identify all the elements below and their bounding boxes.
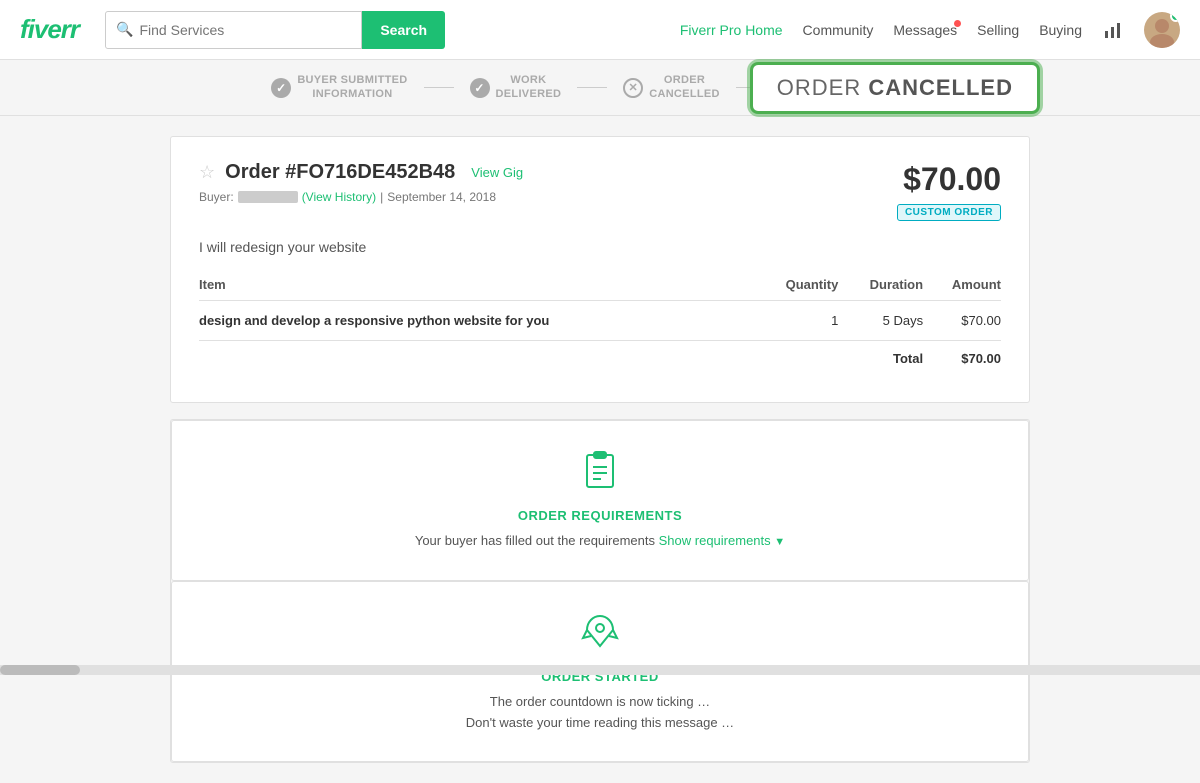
clipboard-icon bbox=[200, 449, 1000, 500]
total-label: Total bbox=[838, 341, 923, 379]
col-duration: Duration bbox=[838, 269, 923, 301]
item-amount: $70.00 bbox=[923, 301, 1001, 341]
buyer-label: Buyer: bbox=[199, 190, 234, 204]
date-separator: | bbox=[380, 190, 383, 204]
total-empty-1 bbox=[199, 341, 755, 379]
avatar[interactable] bbox=[1144, 12, 1180, 48]
search-bar: 🔍 Search bbox=[105, 11, 445, 49]
step-buyer-submitted: ✓ BUYER SUBMITTED INFORMATION bbox=[255, 74, 423, 100]
col-amount: Amount bbox=[923, 269, 1001, 301]
step-label-buyer-submitted: BUYER SUBMITTED INFORMATION bbox=[297, 74, 407, 100]
step-work-delivered: ✓ WORK DELIVERED bbox=[454, 74, 578, 100]
col-quantity: Quantity bbox=[755, 269, 839, 301]
favorite-star-icon[interactable]: ☆ bbox=[199, 162, 215, 183]
order-left: ☆ Order #FO716DE452B48 View Gig Buyer: (… bbox=[199, 161, 523, 204]
step-label-order-cancelled: ORDER CANCELLED bbox=[649, 74, 720, 100]
col-item: Item bbox=[199, 269, 755, 301]
total-row: Total $70.00 bbox=[199, 341, 1001, 379]
search-icon: 🔍 bbox=[116, 21, 133, 38]
nav-messages[interactable]: Messages bbox=[893, 22, 957, 38]
step-icon-work-delivered: ✓ bbox=[470, 78, 490, 98]
step-divider-2 bbox=[577, 87, 607, 88]
search-button[interactable]: Search bbox=[362, 11, 445, 49]
table-row: design and develop a responsive python w… bbox=[199, 301, 1001, 341]
order-number: Order #FO716DE452B48 bbox=[225, 161, 455, 184]
progress-bar: ✓ BUYER SUBMITTED INFORMATION ✓ WORK DEL… bbox=[0, 60, 1200, 116]
section-order-requirements: ORDER REQUIREMENTS Your buyer has filled… bbox=[171, 420, 1029, 581]
view-gig-link[interactable]: View Gig bbox=[471, 165, 523, 180]
scrollbar-thumb[interactable] bbox=[0, 665, 80, 675]
total-empty-2 bbox=[755, 341, 839, 379]
order-cancelled-badge-wrap: ORDER CANCELLED bbox=[750, 62, 1040, 114]
step-icon-buyer-submitted: ✓ bbox=[271, 78, 291, 98]
rocket-icon bbox=[200, 610, 1000, 661]
order-cancelled-badge: ORDER CANCELLED bbox=[750, 62, 1040, 114]
sections-wrapper: ORDER REQUIREMENTS Your buyer has filled… bbox=[170, 419, 1030, 763]
item-name: design and develop a responsive python w… bbox=[199, 301, 755, 341]
step-label-work-delivered: WORK DELIVERED bbox=[496, 74, 562, 100]
step-order-cancelled: ✕ ORDER CANCELLED bbox=[607, 74, 736, 100]
header: fiverr 🔍 Search Fiverr Pro Home Communit… bbox=[0, 0, 1200, 60]
nav-buying[interactable]: Buying bbox=[1039, 22, 1082, 38]
order-description: I will redesign your website bbox=[199, 239, 1001, 255]
item-quantity: 1 bbox=[755, 301, 839, 341]
chevron-down-icon: ▼ bbox=[774, 536, 785, 548]
requirements-title: ORDER REQUIREMENTS bbox=[200, 508, 1000, 523]
order-cancelled-text: ORDER CANCELLED bbox=[777, 75, 1013, 100]
order-right: $70.00 CUSTOM ORDER bbox=[897, 161, 1001, 221]
step-divider-1 bbox=[424, 87, 454, 88]
nav-community[interactable]: Community bbox=[803, 22, 874, 38]
logo[interactable]: fiverr bbox=[20, 14, 79, 45]
nav-links: Fiverr Pro Home Community Messages Selli… bbox=[680, 12, 1180, 48]
view-history-link[interactable]: (View History) bbox=[302, 190, 376, 204]
order-price: $70.00 bbox=[897, 161, 1001, 198]
nav-pro-home[interactable]: Fiverr Pro Home bbox=[680, 22, 783, 38]
search-input[interactable] bbox=[139, 22, 351, 38]
avatar-badge bbox=[1170, 12, 1180, 22]
scrollbar[interactable] bbox=[0, 665, 1200, 675]
analytics-icon[interactable] bbox=[1102, 19, 1124, 41]
search-input-wrap: 🔍 bbox=[105, 11, 362, 49]
nav-selling[interactable]: Selling bbox=[977, 22, 1019, 38]
show-requirements-link[interactable]: Show requirements ▼ bbox=[659, 533, 786, 548]
order-date: September 14, 2018 bbox=[387, 190, 496, 204]
order-header: ☆ Order #FO716DE452B48 View Gig Buyer: (… bbox=[199, 161, 1001, 221]
total-value: $70.00 bbox=[923, 341, 1001, 379]
messages-notification-dot bbox=[954, 20, 961, 27]
order-meta: Buyer: (View History) | September 14, 20… bbox=[199, 190, 523, 204]
order-table: Item Quantity Duration Amount design and… bbox=[199, 269, 1001, 378]
buyer-name-blurred bbox=[238, 191, 298, 203]
order-started-body: The order countdown is now ticking … Don… bbox=[200, 692, 1000, 734]
order-title-row: ☆ Order #FO716DE452B48 View Gig bbox=[199, 161, 523, 184]
item-duration: 5 Days bbox=[838, 301, 923, 341]
order-card: ☆ Order #FO716DE452B48 View Gig Buyer: (… bbox=[170, 136, 1030, 403]
step-icon-order-cancelled: ✕ bbox=[623, 78, 643, 98]
nav-messages-wrap: Messages bbox=[893, 22, 957, 38]
requirements-body: Your buyer has filled out the requiremen… bbox=[200, 531, 1000, 552]
custom-order-badge: CUSTOM ORDER bbox=[897, 204, 1001, 221]
